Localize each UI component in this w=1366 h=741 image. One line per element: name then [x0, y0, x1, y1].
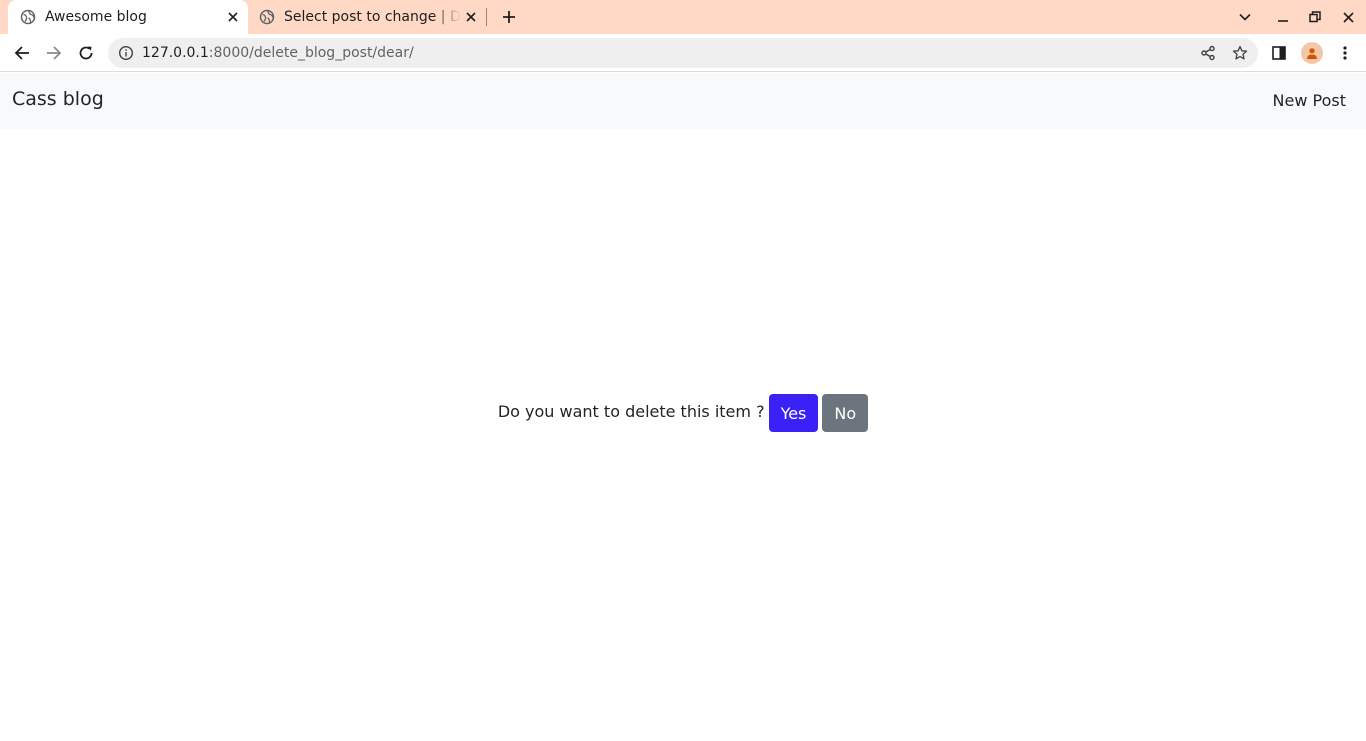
tab-django-admin[interactable]: Select post to change | Django site admi…: [250, 0, 486, 34]
brand-link[interactable]: Cass blog: [12, 88, 104, 110]
forward-icon[interactable]: [42, 41, 66, 65]
tab-awesome-blog[interactable]: Awesome blog: [8, 0, 248, 34]
kebab-menu-icon[interactable]: [1334, 42, 1356, 64]
tab-title: Select post to change | Django site admi…: [284, 9, 461, 25]
url-path: :8000/delete_blog_post/dear/: [208, 45, 414, 61]
tab-title: Awesome blog: [45, 9, 147, 25]
yes-button[interactable]: Yes: [768, 394, 819, 432]
confirm-question: Do you want to delete this item ?: [497, 401, 765, 421]
minimize-icon[interactable]: [1272, 6, 1294, 28]
delete-confirmation: Do you want to delete this item ? Yes No: [0, 394, 1366, 432]
url-host: 127.0.0.1: [142, 45, 209, 61]
restore-icon[interactable]: [1304, 6, 1326, 28]
plus-icon[interactable]: [498, 6, 520, 28]
side-panel-icon[interactable]: [1268, 42, 1290, 64]
close-window-icon[interactable]: [1337, 6, 1359, 28]
tab-separator: [486, 8, 487, 26]
back-icon[interactable]: [10, 41, 34, 65]
globe-icon: [259, 9, 275, 25]
browser-toolbar: 127.0.0.1:8000/delete_blog_post/dear/: [0, 34, 1366, 72]
no-button[interactable]: No: [822, 394, 869, 432]
url-text: 127.0.0.1:8000/delete_blog_post/dear/: [142, 45, 414, 61]
close-icon[interactable]: [223, 7, 243, 27]
profile-icon[interactable]: [1301, 42, 1323, 64]
share-icon[interactable]: [1199, 44, 1217, 62]
star-icon[interactable]: [1231, 44, 1249, 62]
app-navbar: Cass blog New Post: [0, 73, 1366, 129]
reload-icon[interactable]: [74, 41, 98, 65]
tab-strip: Awesome blog Select post to change | Dja…: [0, 0, 1366, 34]
close-icon[interactable]: [461, 7, 481, 27]
chevron-down-icon[interactable]: [1234, 6, 1256, 28]
globe-icon: [20, 9, 36, 25]
info-icon[interactable]: [118, 45, 134, 61]
new-post-link[interactable]: New Post: [1273, 91, 1346, 110]
address-bar[interactable]: 127.0.0.1:8000/delete_blog_post/dear/: [108, 38, 1258, 68]
